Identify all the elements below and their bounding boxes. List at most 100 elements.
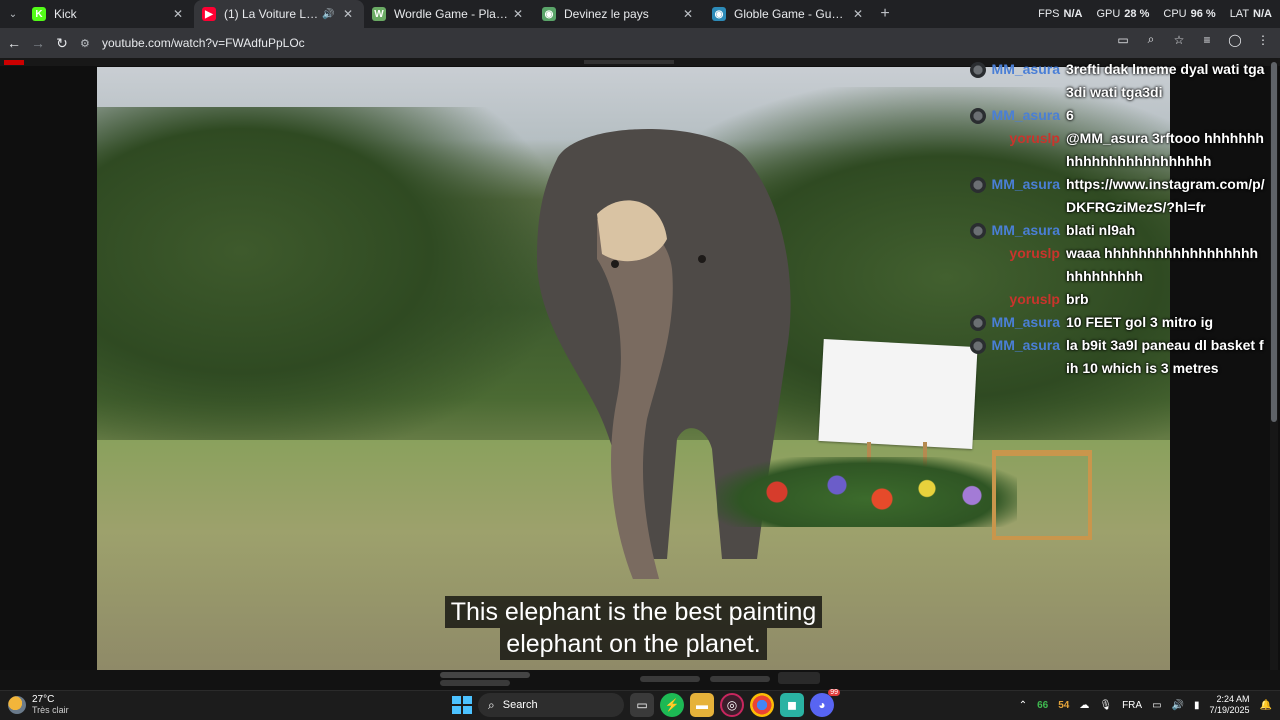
mini-channel <box>440 680 510 686</box>
tab-title: Devinez le pays <box>564 7 649 21</box>
chat-message: yoruslp @MM_asura 3rftooo hhhhhhhhhhhhhhh… <box>966 127 1266 173</box>
chat-text: @MM_asura 3rftooo hhhhhhhhhhhhhhhhhhhhhh… <box>1066 130 1264 169</box>
file-explorer-icon[interactable]: ▬ <box>690 693 714 717</box>
language-indicator[interactable]: FRA <box>1122 700 1142 711</box>
chat-username[interactable]: yoruslp <box>966 242 1066 288</box>
forward-button[interactable]: → <box>26 31 50 55</box>
network-icon[interactable]: ▭ <box>1152 700 1161 711</box>
weather-temp: 27°C <box>32 694 55 705</box>
caption-line-2: elephant on the planet. <box>500 628 767 660</box>
chat-text: 6 <box>1066 107 1074 123</box>
zoom-icon[interactable]: ⌕ <box>1142 32 1160 47</box>
chat-username[interactable]: yoruslp <box>966 288 1066 311</box>
chat-username[interactable]: yoruslp <box>966 127 1066 173</box>
tab-close-icon[interactable]: ✕ <box>340 7 356 21</box>
tab-strip: ⌄ K Kick ✕ ▶ (1) La Voiture La Plus Rapide🔊 ✕… <box>0 0 1280 28</box>
notification-icon[interactable]: 🔔 <box>1260 700 1272 711</box>
spotify-icon[interactable]: ⚡ <box>660 693 684 717</box>
chat-text: https://www.instagram.com/p/DKFRGziMezS/… <box>1066 176 1265 215</box>
cpu-stat: CPU 96 % <box>1163 8 1216 20</box>
taskbar-apps: ⌕ Search ▭ ⚡ ▬ ◎ ◼ ◕ 99 <box>450 689 840 717</box>
tab-audio-icon[interactable]: 🔊 <box>322 9 336 20</box>
chat-text: blati nl9ah <box>1066 222 1136 238</box>
avatar <box>970 62 986 78</box>
taskbar-search[interactable]: ⌕ Search <box>478 693 624 717</box>
profile-icon[interactable]: ◯ <box>1226 33 1244 47</box>
game-icon[interactable]: ◼ <box>780 693 804 717</box>
reading-list-icon[interactable]: ≡ <box>1198 33 1216 47</box>
tabs-container: K Kick ✕ ▶ (1) La Voiture La Plus Rapide🔊 ✕ WW… <box>24 0 874 28</box>
gpu-stat: GPU 28 % <box>1096 8 1150 20</box>
url-text: youtube.com/watch?v=FWAdfuPpLOc <box>102 36 305 50</box>
chat-text: waaa hhhhhhhhhhhhhhhhhhhhhhhhhhh <box>1066 245 1259 284</box>
page-scrollbar[interactable] <box>1270 58 1278 690</box>
chevron-up-icon[interactable]: ⌃ <box>1019 700 1027 711</box>
tray-counter-1: 66 <box>1037 699 1049 711</box>
mini-title-bar <box>584 60 674 64</box>
toolbar: ← → ↻ ⚙ youtube.com/watch?v=FWAdfuPpLOc … <box>0 28 1280 58</box>
globe-icon: ◉ <box>542 7 556 21</box>
mini-controls <box>440 672 820 686</box>
avatar <box>970 315 986 331</box>
tab-search-button[interactable]: ⌄ <box>2 3 24 25</box>
chat-overlay: MM_asura 3refti dak lmeme dyal wati tga3d… <box>966 58 1266 398</box>
tray-counter-2: 54 <box>1058 699 1070 711</box>
microphone-icon[interactable]: 🎙 <box>1099 700 1112 711</box>
tab-close-icon[interactable]: ✕ <box>510 7 526 21</box>
battery-icon[interactable]: ▮ <box>1194 700 1200 711</box>
tab-1[interactable]: ▶ (1) La Voiture La Plus Rapide🔊 ✕ <box>194 0 364 28</box>
tab-title: Wordle Game - Play Unlimited <box>394 7 510 21</box>
chrome-icon[interactable] <box>750 693 774 717</box>
wordle-icon: W <box>372 7 386 21</box>
mini-share <box>710 676 770 682</box>
app-icon[interactable]: ◎ <box>720 693 744 717</box>
mini-actions <box>640 676 700 682</box>
chat-message: MM_asura 3refti dak lmeme dyal wati tga3d… <box>966 58 1266 104</box>
chat-message: MM_asura la b9it 3a9l paneau dl basket fi… <box>966 334 1266 380</box>
weather-icon <box>8 696 26 714</box>
bookmark-star-icon[interactable]: ☆ <box>1170 33 1188 47</box>
globle-icon: ◉ <box>712 7 726 21</box>
avatar <box>970 223 986 239</box>
start-button[interactable] <box>450 694 472 716</box>
performance-overlay: FPS N/A GPU 28 % CPU 96 % LAT N/A <box>1038 0 1272 28</box>
chat-message: MM_asura 10 FEET gol 3 mitro ig <box>966 311 1266 334</box>
tab-close-icon[interactable]: ✕ <box>680 7 696 21</box>
menu-icon[interactable]: ⋮ <box>1254 33 1272 47</box>
chat-text: la b9it 3a9l paneau dl basket fih 10 whi… <box>1066 337 1264 376</box>
cloud-icon[interactable]: ☁ <box>1079 700 1089 711</box>
system-tray: ⌃ 66 54 ☁ 🎙 FRA ▭ 🔊 ▮ 2:24 AM 7/19/2025 … <box>1019 694 1272 716</box>
player-controls-strip <box>0 670 1280 690</box>
discord-icon[interactable]: ◕ 99 <box>810 689 840 717</box>
tab-close-icon[interactable]: ✕ <box>850 7 866 21</box>
caption-line-1: This elephant is the best painting <box>444 596 823 628</box>
volume-icon[interactable]: 🔊 <box>1172 700 1184 711</box>
chat-message: MM_asura blati nl9ah <box>966 219 1266 242</box>
windows-taskbar: 27°C Très clair ⌕ Search ▭ ⚡ ▬ ◎ ◼ ◕ 99 … <box>0 689 1280 720</box>
clock-date: 7/19/2025 <box>1209 705 1250 715</box>
cast-icon[interactable]: ▭ <box>1114 33 1132 47</box>
chat-text: brb <box>1066 291 1089 307</box>
search-icon: ⌕ <box>488 697 495 712</box>
chat-text: 10 FEET gol 3 mitro ig <box>1066 314 1214 330</box>
kick-icon: K <box>32 7 46 21</box>
weather-widget[interactable]: 27°C Très clair <box>8 694 69 716</box>
tab-4[interactable]: ◉ Globle Game - Guess the Country✕ <box>704 0 874 28</box>
avatar <box>970 177 986 193</box>
avatar <box>970 338 986 354</box>
lat-stat: LAT N/A <box>1229 8 1272 20</box>
address-bar[interactable]: ⚙ youtube.com/watch?v=FWAdfuPpLOc <box>80 32 1120 54</box>
back-button[interactable]: ← <box>2 31 26 55</box>
tab-3[interactable]: ◉ Devinez le pays ✕ <box>534 0 704 28</box>
scrollbar-thumb[interactable] <box>1271 62 1277 422</box>
site-info-icon[interactable]: ⚙ <box>80 37 96 50</box>
tab-2[interactable]: W Wordle Game - Play Unlimited✕ <box>364 0 534 28</box>
new-tab-button[interactable]: + <box>874 5 896 23</box>
task-view-icon[interactable]: ▭ <box>630 693 654 717</box>
captions: This elephant is the best painting eleph… <box>97 596 1170 660</box>
tab-close-icon[interactable]: ✕ <box>170 7 186 21</box>
tab-title: Kick <box>54 7 77 21</box>
tab-0[interactable]: K Kick ✕ <box>24 0 194 28</box>
clock[interactable]: 2:24 AM 7/19/2025 <box>1210 694 1250 716</box>
reload-button[interactable]: ↻ <box>50 31 74 55</box>
